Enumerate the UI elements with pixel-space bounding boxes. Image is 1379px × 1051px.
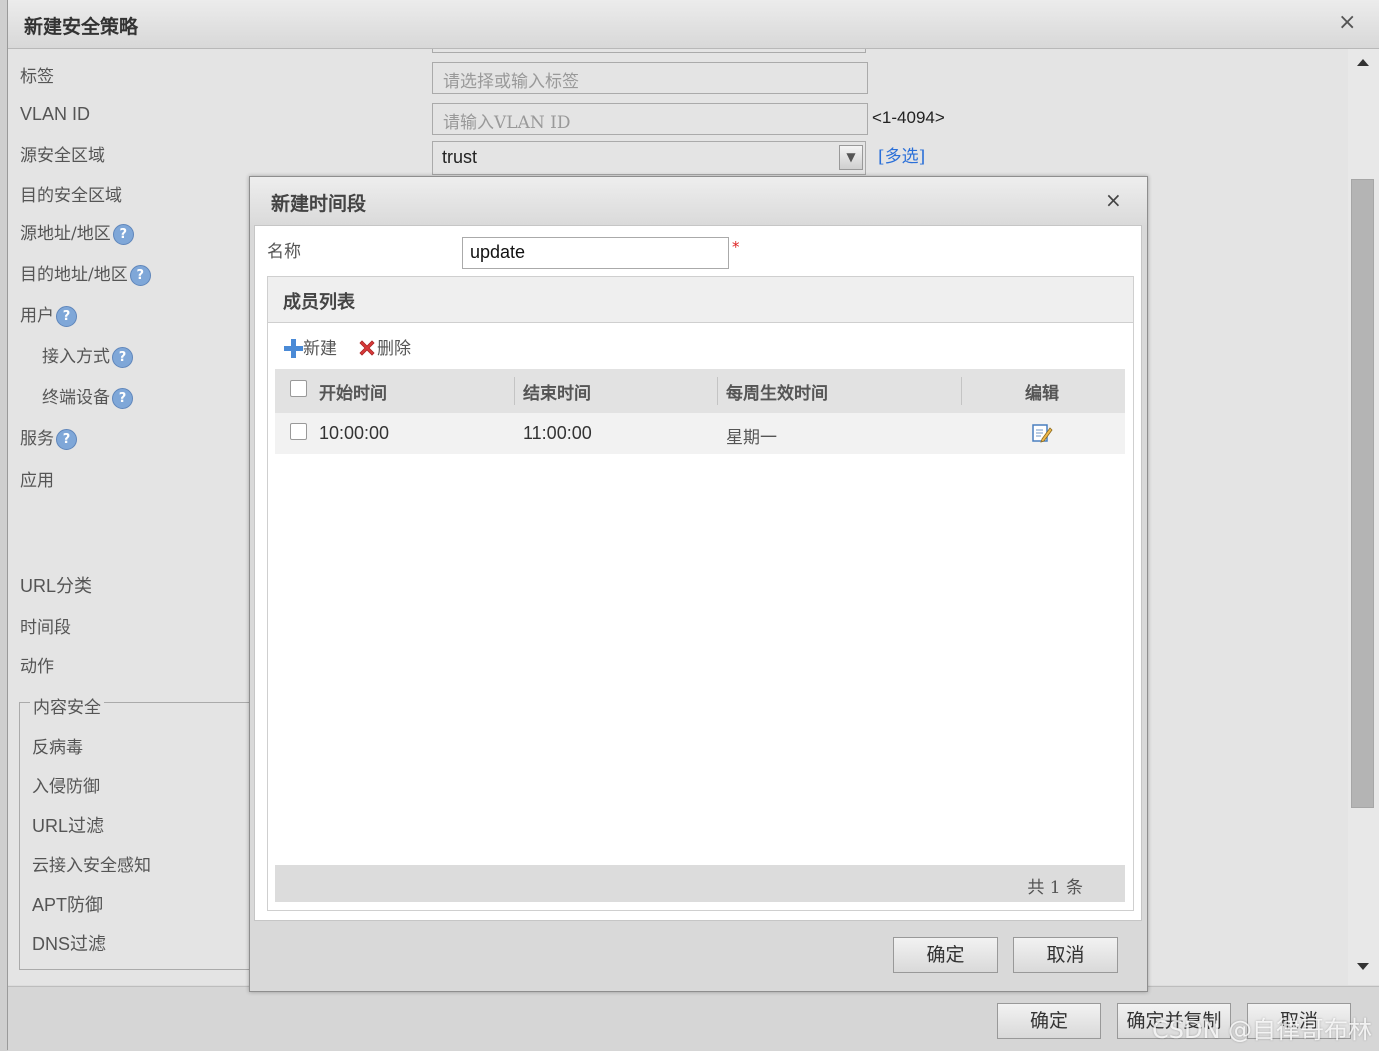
plus-icon bbox=[284, 339, 303, 358]
intrusion-prevention-label: 入侵防御 bbox=[32, 777, 100, 797]
content-security-legend: 内容安全 bbox=[30, 693, 104, 718]
application-label: 应用 bbox=[20, 471, 54, 491]
inner-close-icon[interactable]: × bbox=[1105, 188, 1122, 212]
src-address-label: 源地址/地区? bbox=[20, 219, 134, 245]
dst-address-label: 目的地址/地区? bbox=[20, 260, 151, 286]
ok-button[interactable]: 确定 bbox=[997, 1003, 1101, 1039]
help-icon[interactable]: ? bbox=[112, 347, 133, 368]
multi-select-link[interactable]: [多选] bbox=[878, 142, 925, 167]
outer-dialog-titlebar: 新建安全策略 × bbox=[8, 0, 1379, 49]
name-input[interactable]: update bbox=[462, 237, 729, 269]
scroll-down-icon[interactable] bbox=[1357, 963, 1369, 970]
help-icon[interactable]: ? bbox=[56, 429, 77, 450]
cloud-access-security-label: 云接入安全感知 bbox=[32, 856, 151, 876]
help-icon[interactable]: ? bbox=[112, 388, 133, 409]
action-label: 动作 bbox=[20, 657, 54, 677]
apt-defense-label: APT防御 bbox=[32, 895, 104, 915]
column-start-time[interactable]: 开始时间 bbox=[319, 379, 387, 404]
dns-filter-label: DNS过滤 bbox=[32, 934, 107, 954]
inner-ok-button[interactable]: 确定 bbox=[893, 937, 998, 973]
inner-dialog-titlebar: 新建时间段 × bbox=[250, 177, 1147, 225]
access-mode-label-text: 接入方式 bbox=[42, 347, 110, 367]
column-divider bbox=[961, 377, 962, 405]
help-icon[interactable]: ? bbox=[112, 224, 134, 245]
inner-dialog-title: 新建时间段 bbox=[271, 193, 367, 215]
service-label-text: 服务 bbox=[20, 429, 54, 449]
vertical-scrollbar[interactable] bbox=[1348, 49, 1379, 985]
src-zone-label: 源安全区域 bbox=[20, 146, 105, 166]
member-grid-footer: 共 1 条 bbox=[275, 865, 1125, 902]
scroll-up-icon[interactable] bbox=[1357, 59, 1369, 66]
delete-x-icon bbox=[359, 340, 375, 356]
inner-dialog-footer: 确定 取消 bbox=[250, 921, 1147, 991]
src-zone-select[interactable]: trust ▼ bbox=[432, 141, 866, 175]
dst-address-label-text: 目的地址/地区 bbox=[20, 265, 128, 285]
column-divider bbox=[717, 377, 718, 405]
vlan-id-label: VLAN ID bbox=[20, 104, 91, 124]
dst-zone-label: 目的安全区域 bbox=[20, 186, 122, 206]
src-zone-value: trust bbox=[442, 147, 478, 167]
member-list-header: 成员列表 bbox=[268, 277, 1133, 323]
help-icon[interactable]: ? bbox=[129, 265, 151, 286]
src-address-label-text: 源地址/地区 bbox=[20, 224, 111, 244]
terminal-device-label-text: 终端设备 bbox=[42, 388, 110, 408]
delete-member-button[interactable]: 删除 bbox=[357, 334, 411, 359]
antivirus-label: 反病毒 bbox=[32, 738, 83, 758]
watermark: CSDN @自律哥布林 bbox=[1152, 1016, 1373, 1044]
inner-cancel-button[interactable]: 取消 bbox=[1013, 937, 1118, 973]
outer-dialog-title: 新建安全策略 bbox=[24, 16, 139, 38]
cell-end-time: 11:00:00 bbox=[523, 423, 592, 443]
delete-member-label: 删除 bbox=[377, 339, 411, 359]
vlan-range-hint: <1-4094> bbox=[872, 108, 945, 127]
time-range-label: 时间段 bbox=[20, 618, 71, 638]
add-member-label: 新建 bbox=[303, 339, 337, 359]
column-end-time[interactable]: 结束时间 bbox=[523, 379, 591, 404]
member-grid-header: 开始时间 结束时间 每周生效时间 编辑 bbox=[275, 369, 1125, 413]
column-edit: 编辑 bbox=[1025, 384, 1059, 404]
member-list-title: 成员列表 bbox=[283, 292, 355, 313]
name-label: 名称 bbox=[267, 242, 301, 262]
row-checkbox[interactable] bbox=[290, 423, 307, 440]
cell-start-time: 10:00:00 bbox=[319, 423, 390, 443]
column-divider bbox=[514, 377, 515, 405]
terminal-device-label: 终端设备? bbox=[42, 383, 133, 409]
member-list-panel: 成员列表 新建 删除 开始时间 结束时间 每周生效时间 编辑 10:00:00 … bbox=[267, 276, 1134, 911]
tag-label: 标签 bbox=[20, 67, 54, 87]
chevron-down-icon[interactable]: ▼ bbox=[839, 145, 863, 170]
vlan-id-input[interactable]: 请输入VLAN ID bbox=[432, 103, 868, 135]
access-mode-label: 接入方式? bbox=[42, 342, 133, 368]
table-row[interactable]: 10:00:00 11:00:00 星期一 bbox=[275, 413, 1125, 454]
new-time-range-dialog: 新建时间段 × 名称 update * 成员列表 新建 删除 开始时间 结束时间… bbox=[249, 176, 1148, 992]
required-mark: * bbox=[732, 238, 740, 256]
scroll-thumb[interactable] bbox=[1351, 179, 1374, 808]
edit-icon[interactable] bbox=[1031, 422, 1053, 444]
user-label: 用户? bbox=[20, 301, 77, 327]
cell-weekly-time: 星期一 bbox=[726, 428, 777, 448]
total-count: 共 1 条 bbox=[1027, 878, 1083, 898]
inner-dialog-body: 名称 update * 成员列表 新建 删除 开始时间 结束时间 每周生效时间 … bbox=[254, 225, 1142, 921]
user-label-text: 用户 bbox=[20, 306, 54, 326]
column-weekly-time[interactable]: 每周生效时间 bbox=[726, 379, 828, 404]
partial-input-above[interactable] bbox=[432, 49, 866, 53]
outer-close-icon[interactable]: × bbox=[1338, 10, 1356, 35]
tag-input[interactable]: 请选择或输入标签 bbox=[432, 62, 868, 94]
service-label: 服务? bbox=[20, 424, 77, 450]
help-icon[interactable]: ? bbox=[56, 306, 77, 327]
url-category-label: URL分类 bbox=[20, 576, 93, 596]
add-member-button[interactable]: 新建 bbox=[283, 334, 337, 359]
select-all-checkbox[interactable] bbox=[290, 380, 307, 397]
url-filter-label: URL过滤 bbox=[32, 816, 105, 836]
